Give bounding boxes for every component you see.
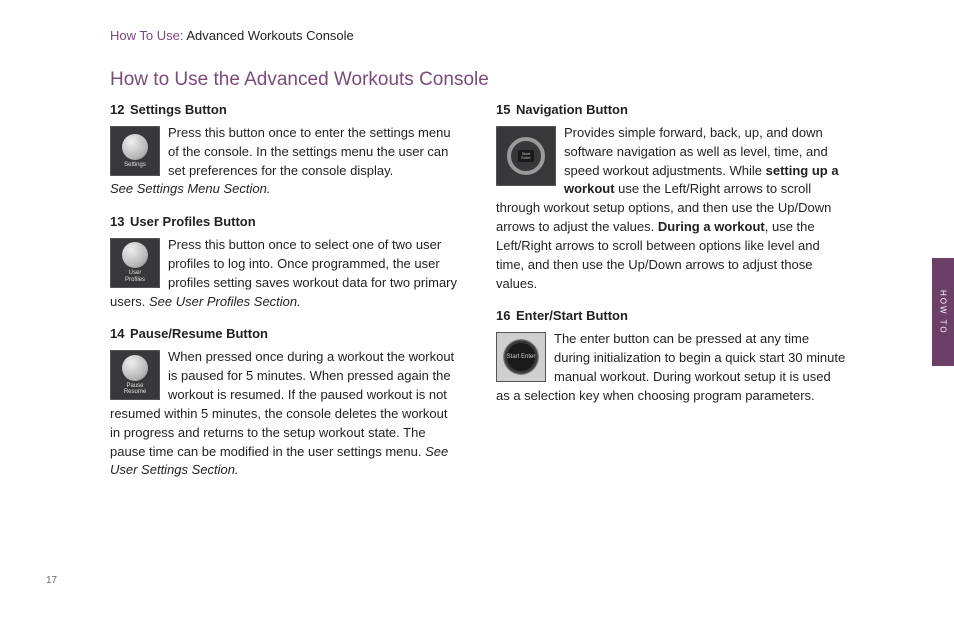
item-13: 13User Profiles Button UserProfiles Pres… (110, 213, 460, 311)
item-number: 15 (496, 101, 516, 120)
item-heading: 14Pause/Resume Button (110, 325, 460, 344)
left-column: 12Settings Button Settings Press this bu… (110, 101, 460, 494)
item-bold-2: During a workout (658, 219, 765, 234)
item-body: UserProfiles Press this button once to s… (110, 236, 460, 311)
item-body: PauseResume When pressed once during a w… (110, 348, 460, 480)
header-suffix: Advanced Workouts Console (186, 28, 353, 43)
item-12: 12Settings Button Settings Press this bu… (110, 101, 460, 199)
item-text: Press this button once to enter the sett… (168, 125, 451, 178)
section-side-tab: HOW TO (932, 258, 954, 366)
item-title: Settings Button (130, 102, 227, 117)
item-body: Start Enter Provides simple forward, bac… (496, 124, 846, 294)
item-number: 16 (496, 307, 516, 326)
navigation-button-icon: Start Enter (496, 126, 556, 186)
manual-page: How To Use: Advanced Workouts Console Ho… (0, 0, 954, 618)
item-note: See Settings Menu Section. (110, 181, 270, 196)
user-profiles-button-icon: UserProfiles (110, 238, 160, 288)
header-prefix: How To Use: (110, 28, 186, 43)
page-number: 17 (46, 575, 57, 586)
running-header: How To Use: Advanced Workouts Console (110, 28, 890, 43)
item-number: 14 (110, 325, 130, 344)
enter-start-button-icon: Start Enter (496, 332, 546, 382)
pause-resume-button-icon: PauseResume (110, 350, 160, 400)
item-text: The enter button can be pressed at any t… (496, 331, 845, 403)
item-title: Pause/Resume Button (130, 326, 268, 341)
item-title: User Profiles Button (130, 214, 256, 229)
item-16: 16Enter/Start Button Start Enter The ent… (496, 307, 846, 405)
item-title: Navigation Button (516, 102, 628, 117)
content-columns: 12Settings Button Settings Press this bu… (110, 101, 890, 494)
right-column: 15Navigation Button Start Enter Provides… (496, 101, 846, 494)
item-15: 15Navigation Button Start Enter Provides… (496, 101, 846, 293)
item-body: Start Enter The enter button can be pres… (496, 330, 846, 405)
item-heading: 15Navigation Button (496, 101, 846, 120)
item-heading: 12Settings Button (110, 101, 460, 120)
item-body: Settings Press this button once to enter… (110, 124, 460, 199)
item-14: 14Pause/Resume Button PauseResume When p… (110, 325, 460, 480)
item-title: Enter/Start Button (516, 308, 628, 323)
settings-button-icon: Settings (110, 126, 160, 176)
item-number: 12 (110, 101, 130, 120)
item-note: See User Profiles Section. (149, 294, 301, 309)
item-text: When pressed once during a workout the w… (110, 349, 454, 458)
item-heading: 16Enter/Start Button (496, 307, 846, 326)
item-number: 13 (110, 213, 130, 232)
page-title: How to Use the Advanced Workouts Console (110, 69, 890, 91)
item-heading: 13User Profiles Button (110, 213, 460, 232)
